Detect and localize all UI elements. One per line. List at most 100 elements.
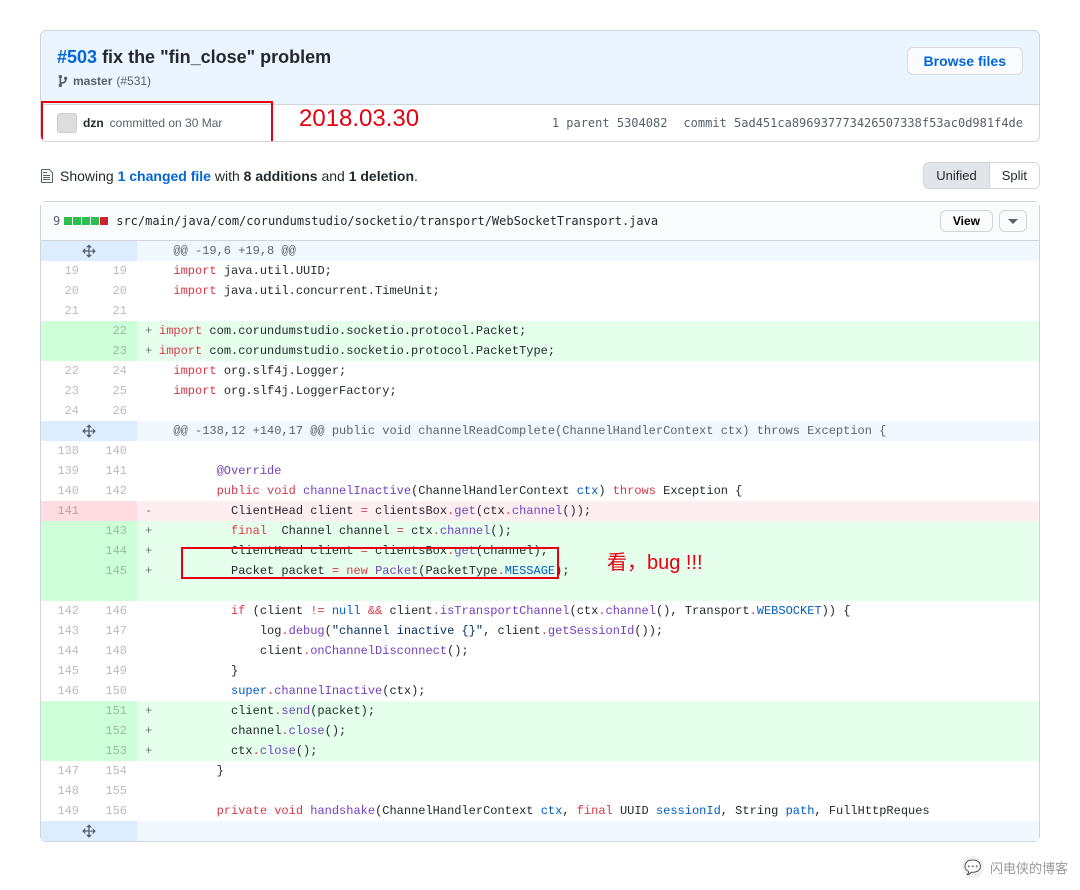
line-num-old[interactable] [41, 541, 89, 561]
line-num-new[interactable]: 19 [89, 261, 137, 281]
line-num-old[interactable]: 140 [41, 481, 89, 501]
line-num-new[interactable]: 155 [89, 781, 137, 801]
commit-title-text: fix the "fin_close" problem [102, 47, 331, 67]
line-num-old[interactable]: 19 [41, 261, 89, 281]
line-num-new[interactable]: 146 [89, 601, 137, 621]
line-num-old[interactable]: 144 [41, 641, 89, 661]
annotation-date: 2018.03.30 [299, 105, 419, 133]
code-line: private void handshake(ChannelHandlerCon… [137, 801, 1039, 821]
line-num-new[interactable]: 142 [89, 481, 137, 501]
line-num-old[interactable]: 24 [41, 401, 89, 421]
line-num-old[interactable]: 22 [41, 361, 89, 381]
code-line: +import com.corundumstudio.socketio.prot… [137, 321, 1039, 341]
hunk-header [137, 821, 1039, 841]
line-num-new[interactable]: 23 [89, 341, 137, 361]
file-path[interactable]: src/main/java/com/corundumstudio/socketi… [116, 214, 658, 228]
line-num-new[interactable]: 153 [89, 741, 137, 761]
line-num-old[interactable]: 141 [41, 501, 89, 521]
commit-title: #503 fix the "fin_close" problem [57, 47, 907, 68]
line-num-old[interactable] [41, 341, 89, 361]
hunk-header: @@ -19,6 +19,8 @@ [137, 241, 1039, 261]
line-num-old[interactable]: 20 [41, 281, 89, 301]
code-line [137, 401, 1039, 421]
file-diff-icon [40, 168, 54, 184]
expand-button[interactable] [41, 421, 137, 441]
line-num-old[interactable] [41, 741, 89, 761]
line-num-new[interactable]: 149 [89, 661, 137, 681]
code-line: import org.slf4j.Logger; [137, 361, 1039, 381]
commit-meta: dzn committed on 30 Mar 2018.03.30 1 par… [41, 104, 1039, 141]
avatar[interactable] [57, 113, 77, 133]
split-button[interactable]: Split [989, 163, 1039, 188]
line-num-new[interactable]: 24 [89, 361, 137, 381]
line-num-new[interactable]: 140 [89, 441, 137, 461]
line-num-new[interactable]: 22 [89, 321, 137, 341]
hunk-header: @@ -138,12 +140,17 @@ public void channe… [137, 421, 1039, 441]
browse-files-button[interactable]: Browse files [907, 47, 1023, 75]
parent-sha[interactable]: 5304082 [617, 116, 668, 130]
line-num-new[interactable]: 25 [89, 381, 137, 401]
code-line: if (client != null && client.isTransport… [137, 601, 1039, 621]
line-num-old[interactable]: 148 [41, 781, 89, 801]
line-num-new[interactable]: 151 [89, 701, 137, 721]
line-num-old[interactable]: 23 [41, 381, 89, 401]
line-num-old[interactable]: 138 [41, 441, 89, 461]
annotation-bug: 看，bug !!! [607, 553, 703, 573]
line-num-old[interactable]: 147 [41, 761, 89, 781]
line-num-new[interactable]: 148 [89, 641, 137, 661]
file-menu-button[interactable] [999, 210, 1027, 232]
line-num-new[interactable]: 152 [89, 721, 137, 741]
line-num-old[interactable]: 143 [41, 621, 89, 641]
line-num-old[interactable]: 139 [41, 461, 89, 481]
code-line: @Override [137, 461, 1039, 481]
line-num-old[interactable] [41, 701, 89, 721]
changed-files-link[interactable]: 1 changed file [118, 168, 211, 184]
line-num-new[interactable]: 26 [89, 401, 137, 421]
diff-summary: Showing 1 changed file with 8 additions … [40, 168, 418, 184]
line-num-old[interactable] [41, 561, 89, 601]
line-num-old[interactable] [41, 321, 89, 341]
author-name[interactable]: dzn [83, 116, 104, 130]
line-num-new[interactable]: 156 [89, 801, 137, 821]
branch-row: master (#531) [57, 74, 907, 88]
code-line: super.channelInactive(ctx); [137, 681, 1039, 701]
line-num-old[interactable] [41, 721, 89, 741]
line-num-old[interactable]: 142 [41, 601, 89, 621]
line-num-new[interactable]: 144 [89, 541, 137, 561]
commit-sha: 5ad451ca896937773426507338f53ac0d981f4de [734, 116, 1023, 130]
code-line: import java.util.UUID; [137, 261, 1039, 281]
line-num-new[interactable]: 20 [89, 281, 137, 301]
expand-button[interactable] [41, 821, 137, 841]
line-num-old[interactable]: 146 [41, 681, 89, 701]
diffstat: 9 [53, 214, 108, 228]
code-line: - ClientHead client = clientsBox.get(ctx… [137, 501, 1039, 521]
line-num-new[interactable]: 154 [89, 761, 137, 781]
code-line [137, 441, 1039, 461]
code-line: + final Channel channel = ctx.channel(); [137, 521, 1039, 541]
unified-button[interactable]: Unified [924, 163, 988, 188]
issue-link[interactable]: #503 [57, 47, 97, 67]
diff-table: @@ -19,6 +19,8 @@1919 import java.util.U… [41, 241, 1039, 841]
code-line: + channel.close(); [137, 721, 1039, 741]
code-line: import java.util.concurrent.TimeUnit; [137, 281, 1039, 301]
line-num-old[interactable] [41, 521, 89, 541]
line-num-old[interactable]: 149 [41, 801, 89, 821]
line-num-new[interactable] [89, 501, 137, 521]
line-num-new[interactable]: 145 [89, 561, 137, 601]
view-file-button[interactable]: View [940, 210, 993, 232]
line-num-new[interactable]: 147 [89, 621, 137, 641]
committed-text: committed on 30 Mar [110, 116, 223, 130]
line-num-old[interactable]: 145 [41, 661, 89, 681]
wechat-icon: 💬 [962, 856, 984, 878]
line-num-new[interactable]: 21 [89, 301, 137, 321]
code-line: import org.slf4j.LoggerFactory; [137, 381, 1039, 401]
diff-view-toggle: Unified Split [923, 162, 1040, 189]
branch-name[interactable]: master [73, 74, 112, 88]
code-line: } [137, 761, 1039, 781]
line-num-new[interactable]: 150 [89, 681, 137, 701]
line-num-old[interactable]: 21 [41, 301, 89, 321]
branch-icon [57, 74, 69, 88]
expand-button[interactable] [41, 241, 137, 261]
line-num-new[interactable]: 143 [89, 521, 137, 541]
line-num-new[interactable]: 141 [89, 461, 137, 481]
